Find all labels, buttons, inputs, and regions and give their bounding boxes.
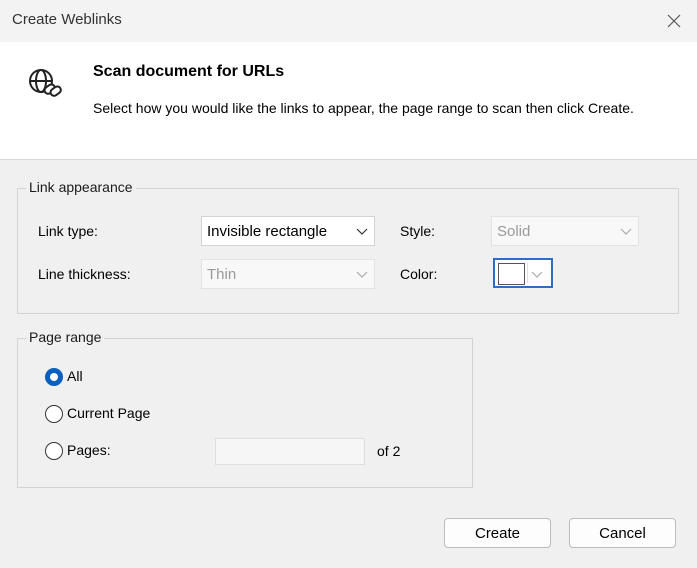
chevron-down-icon bbox=[356, 228, 368, 235]
title-bar: Create Weblinks bbox=[0, 0, 697, 42]
chevron-down-icon bbox=[531, 271, 543, 278]
style-select[interactable]: Solid bbox=[491, 216, 639, 246]
weblink-globe-icon bbox=[29, 69, 62, 97]
link-type-value: Invisible rectangle bbox=[207, 223, 328, 240]
style-label: Style: bbox=[400, 223, 436, 239]
radio-pages-label[interactable]: Pages: bbox=[67, 442, 111, 458]
link-type-label: Link type: bbox=[38, 223, 98, 239]
line-thickness-select[interactable]: Thin bbox=[201, 259, 375, 289]
close-button[interactable] bbox=[651, 0, 697, 42]
radio-current-page[interactable] bbox=[45, 405, 63, 423]
header-description: Select how you would like the links to a… bbox=[93, 100, 634, 116]
link-type-select[interactable]: Invisible rectangle bbox=[201, 216, 375, 246]
style-value: Solid bbox=[497, 223, 531, 240]
dialog-header: Scan document for URLs Select how you wo… bbox=[0, 42, 697, 160]
page-count-label: of 2 bbox=[377, 443, 401, 459]
color-swatch bbox=[498, 263, 525, 285]
create-button[interactable]: Create bbox=[444, 518, 551, 548]
line-thickness-label: Line thickness: bbox=[38, 266, 131, 282]
radio-pages[interactable] bbox=[45, 442, 63, 460]
radio-all[interactable] bbox=[45, 368, 63, 386]
radio-all-label[interactable]: All bbox=[67, 368, 83, 384]
cancel-button[interactable]: Cancel bbox=[569, 518, 676, 548]
color-label: Color: bbox=[400, 266, 438, 282]
link-appearance-group: Link appearance bbox=[17, 179, 679, 314]
pages-input[interactable] bbox=[215, 438, 365, 465]
page-range-legend: Page range bbox=[26, 329, 105, 345]
line-thickness-value: Thin bbox=[207, 266, 237, 283]
window-title: Create Weblinks bbox=[12, 11, 122, 28]
color-picker[interactable] bbox=[493, 258, 553, 288]
header-title: Scan document for URLs bbox=[93, 63, 285, 80]
radio-current-page-label[interactable]: Current Page bbox=[67, 405, 150, 421]
close-icon bbox=[667, 14, 681, 28]
chevron-down-icon bbox=[356, 271, 368, 278]
chevron-down-icon bbox=[620, 228, 632, 235]
link-appearance-legend: Link appearance bbox=[26, 179, 136, 195]
